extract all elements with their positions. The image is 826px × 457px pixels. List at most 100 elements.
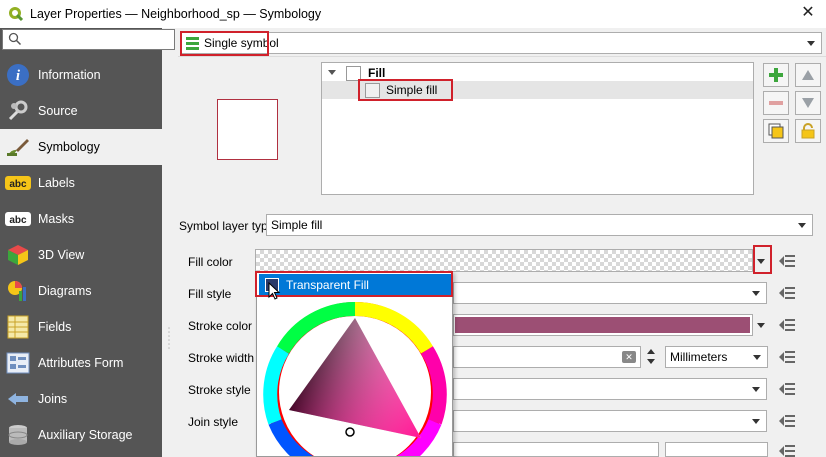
clear-icon[interactable]: ✕	[622, 351, 636, 363]
sidebar-item-source[interactable]: Source	[0, 93, 162, 129]
color-wheel[interactable]	[257, 272, 453, 457]
sidebar-item-label: Information	[38, 68, 101, 82]
stroke-width-label: Stroke width	[188, 351, 255, 365]
stroke-color-swatch	[455, 317, 750, 333]
move-down-button[interactable]	[795, 91, 821, 115]
cap-style-spinbox[interactable]	[453, 442, 659, 457]
stroke-width-unit-combo[interactable]: Millimeters	[665, 346, 768, 368]
duplicate-layer-button[interactable]	[763, 119, 789, 143]
fill-style-combo[interactable]	[453, 282, 767, 304]
data-defined-override-button[interactable]	[776, 378, 798, 400]
wrench-icon	[5, 98, 31, 124]
symbol-layer-type-label: Symbol layer type	[179, 219, 275, 233]
search-field[interactable]	[2, 29, 175, 50]
stroke-width-stepper[interactable]	[643, 346, 659, 368]
data-defined-override-button[interactable]	[776, 440, 798, 457]
chevron-down-icon	[798, 223, 806, 228]
arrow-down-icon	[802, 98, 814, 108]
cap-style-combo[interactable]	[665, 442, 768, 457]
sidebar-item-label: Auxiliary Storage	[38, 428, 133, 442]
stroke-color-button[interactable]	[453, 314, 753, 336]
highlight-renderer	[180, 31, 269, 56]
chevron-down-icon	[752, 387, 760, 392]
data-defined-override-button[interactable]	[776, 346, 798, 368]
highlight-simple-fill	[358, 79, 453, 101]
move-up-button[interactable]	[795, 63, 821, 87]
sidebar-item-joins[interactable]: Joins	[0, 381, 162, 417]
highlight-transparent-fill	[255, 271, 453, 297]
qgis-logo-icon	[9, 7, 24, 22]
stroke-width-spinbox[interactable]: ✕	[453, 346, 641, 368]
sidebar-item-label: Joins	[38, 392, 68, 406]
search-input[interactable]	[25, 32, 170, 47]
remove-layer-button[interactable]	[763, 91, 789, 115]
chevron-down-icon	[753, 355, 761, 360]
add-layer-button[interactable]	[763, 63, 789, 87]
data-defined-override-button[interactable]	[776, 250, 798, 272]
search-icon	[8, 32, 22, 46]
color-picker-handle[interactable]	[345, 427, 355, 437]
stroke-style-label: Stroke style	[188, 383, 251, 397]
mouse-cursor-icon	[268, 282, 281, 300]
abc-labels-icon: abc	[5, 170, 31, 196]
divider	[178, 56, 826, 57]
sidebar-item-auxiliary-storage[interactable]: Auxiliary Storage	[0, 417, 162, 453]
window-title: Layer Properties — Neighborhood_sp — Sym…	[30, 7, 322, 21]
lock-layer-button[interactable]	[795, 119, 821, 143]
chevron-down-icon	[807, 41, 815, 46]
data-defined-icon	[779, 415, 795, 427]
svg-text:abc: abc	[9, 215, 27, 226]
chevron-down-icon	[757, 322, 765, 328]
chevron-down-icon	[752, 291, 760, 296]
chevron-down-icon	[752, 419, 760, 424]
sidebar-item-diagrams[interactable]: Diagrams	[0, 273, 162, 309]
join-style-combo[interactable]	[453, 410, 767, 432]
fill-style-label: Fill style	[188, 287, 232, 301]
saturation-triangle[interactable]	[289, 318, 421, 438]
highlight-fill-color-dropdown	[753, 245, 772, 274]
sidebar-item-3d-view[interactable]: 3D View	[0, 237, 162, 273]
data-defined-icon	[779, 255, 795, 267]
database-icon	[5, 422, 31, 448]
data-defined-icon	[779, 445, 795, 457]
sidebar-item-fields[interactable]: Fields	[0, 309, 162, 345]
sidebar-item-labels[interactable]: abc Labels	[0, 165, 162, 201]
stroke-color-dropdown-button[interactable]	[754, 314, 768, 336]
sidebar: i Information Source Symbology abc Label…	[0, 28, 175, 457]
symbol-layer-type-combo[interactable]: Simple fill	[266, 214, 813, 236]
info-icon: i	[5, 62, 31, 88]
chevron-up-icon[interactable]	[647, 349, 655, 354]
plus-icon	[769, 68, 783, 82]
sidebar-item-label: Symbology	[38, 140, 100, 154]
sidebar-item-symbology[interactable]: Symbology	[0, 129, 162, 165]
data-defined-override-button[interactable]	[776, 410, 798, 432]
fill-color-button[interactable]	[255, 249, 753, 272]
symbol-preview	[217, 99, 278, 160]
sidebar-item-label: 3D View	[38, 248, 85, 262]
sidebar-item-label: Diagrams	[38, 284, 92, 298]
sidebar-item-information[interactable]: i Information	[0, 57, 162, 93]
sidebar-item-attributes-form[interactable]: Attributes Form	[0, 345, 162, 381]
tree-item-label: Fill	[368, 66, 386, 80]
arrow-up-icon	[802, 70, 814, 80]
sidebar-item-masks[interactable]: abc Masks	[0, 201, 162, 237]
data-defined-icon	[779, 383, 795, 395]
title-bar: Layer Properties — Neighborhood_sp — Sym…	[0, 0, 826, 28]
data-defined-icon	[779, 319, 795, 331]
chevron-down-icon[interactable]	[647, 359, 655, 364]
stroke-width-unit-value: Millimeters	[670, 350, 728, 364]
lock-icon	[801, 123, 815, 139]
svg-text:abc: abc	[9, 179, 27, 190]
collapse-icon[interactable]	[327, 68, 337, 78]
data-defined-override-button[interactable]	[776, 282, 798, 304]
renderer-combo[interactable]: Single symbol	[180, 32, 822, 54]
sidebar-item-label: Source	[38, 104, 78, 118]
close-window-button[interactable]: ✕	[798, 3, 818, 23]
sidebar-item-label: Masks	[38, 212, 75, 226]
form-icon	[5, 350, 31, 376]
splitter-handle[interactable]	[168, 28, 170, 457]
data-defined-override-button[interactable]	[776, 314, 798, 336]
stroke-style-combo[interactable]	[453, 378, 767, 400]
duplicate-icon	[768, 123, 784, 139]
stroke-color-label: Stroke color	[188, 319, 253, 333]
